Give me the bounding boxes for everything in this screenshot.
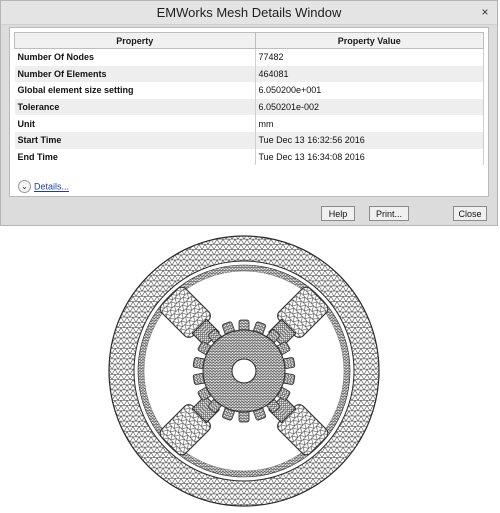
table-row[interactable]: Number Of Nodes 77482	[14, 48, 484, 66]
close-button[interactable]: Close	[453, 206, 487, 221]
property-value: Tue Dec 13 16:32:56 2016	[255, 131, 484, 149]
details-link[interactable]: Details...	[34, 182, 69, 192]
properties-table: Property Property Value Number Of Nodes …	[14, 32, 484, 166]
table-row[interactable]: End Time Tue Dec 13 16:34:08 2016	[14, 148, 484, 166]
property-name: Unit	[14, 115, 256, 132]
property-value: Tue Dec 13 16:34:08 2016	[255, 148, 484, 166]
column-header-property[interactable]: Property	[14, 32, 256, 49]
help-button[interactable]: Help	[321, 206, 355, 221]
property-name: Number Of Elements	[14, 65, 256, 83]
table-row[interactable]: Global element size setting 6.050200e+00…	[14, 82, 484, 99]
properties-panel: Property Property Value Number Of Nodes …	[9, 27, 489, 197]
chevron-down-icon[interactable]: ⌄	[18, 180, 31, 193]
table-row[interactable]: Start Time Tue Dec 13 16:32:56 2016	[14, 131, 484, 149]
table-row[interactable]: Number Of Elements 464081	[14, 65, 484, 83]
close-window-icon[interactable]: ×	[477, 4, 493, 20]
motor-mesh-image	[108, 235, 380, 507]
property-name: Start Time	[14, 131, 256, 149]
property-name: End Time	[14, 148, 256, 166]
rotor-shaft-hole	[231, 358, 257, 384]
column-header-property-value[interactable]: Property Value	[254, 32, 484, 49]
details-expander[interactable]: ⌄ Details...	[18, 180, 69, 193]
print-button[interactable]: Print...	[369, 206, 409, 221]
property-name: Tolerance	[14, 98, 256, 116]
property-value: mm	[255, 115, 484, 132]
window-title: EMWorks Mesh Details Window	[156, 5, 342, 20]
table-row[interactable]: Tolerance 6.050201e-002	[14, 98, 484, 116]
property-value: 464081	[255, 65, 484, 83]
table-row[interactable]: Unit mm	[14, 115, 484, 132]
property-value: 6.050200e+001	[255, 82, 484, 99]
property-name: Number Of Nodes	[14, 48, 256, 66]
property-value: 77482	[255, 48, 484, 66]
table-header-row: Property Property Value	[14, 32, 484, 49]
title-bar: EMWorks Mesh Details Window ×	[1, 1, 497, 25]
property-value: 6.050201e-002	[255, 98, 484, 116]
rotor-gear	[192, 319, 296, 423]
mesh-details-dialog: EMWorks Mesh Details Window × Property P…	[0, 0, 498, 226]
property-name: Global element size setting	[14, 82, 256, 99]
